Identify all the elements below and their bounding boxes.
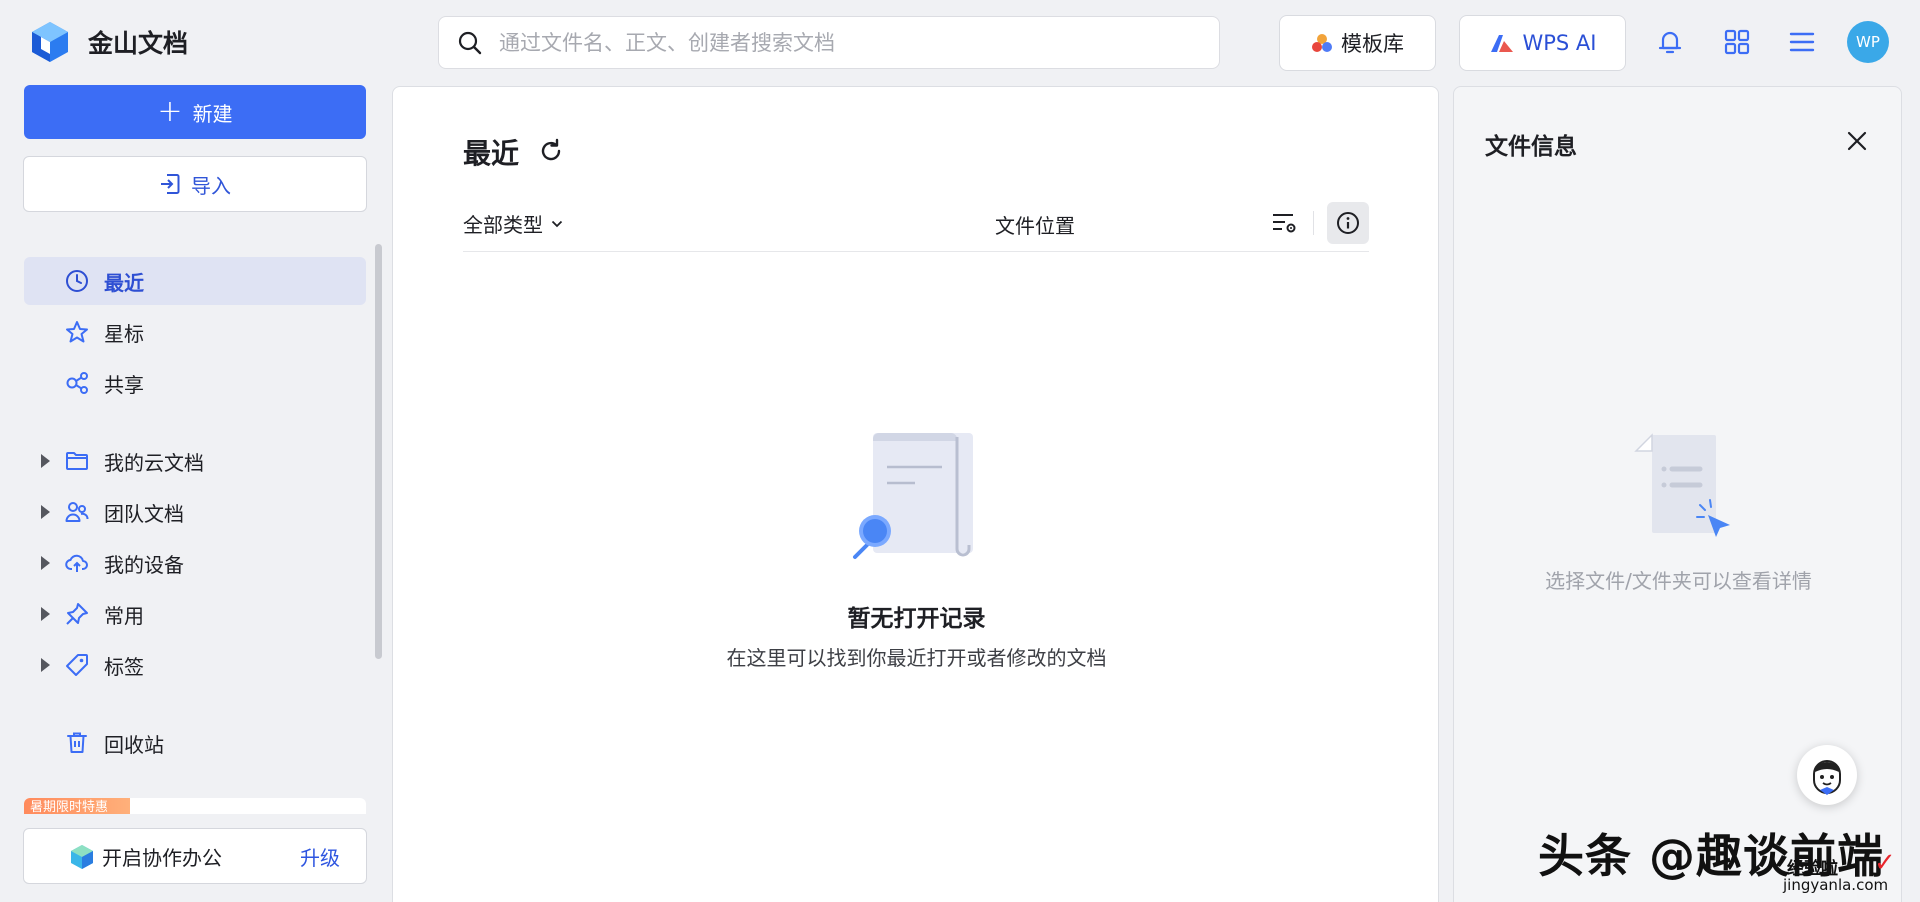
sidebar-item-my-devices[interactable]: 我的设备 [24, 539, 366, 587]
template-icon [1312, 34, 1332, 52]
menu-button[interactable] [1784, 24, 1820, 60]
import-icon [161, 174, 180, 194]
sidebar-item-label: 我的云文档 [104, 450, 204, 475]
header-divider [463, 251, 1369, 252]
close-icon[interactable] [1841, 125, 1873, 157]
chevron-down-icon [551, 220, 563, 227]
expand-arrow-icon[interactable] [41, 556, 50, 570]
promo-badge: 暑期限时特惠 [24, 798, 130, 814]
pin-icon [66, 603, 88, 625]
empty-state-subtitle: 在这里可以找到你最近打开或者修改的文档 [726, 646, 1107, 670]
panel-title: 文件信息 [1485, 134, 1577, 160]
sidebar-item-tags[interactable]: 标签 [24, 641, 366, 689]
sidebar-item-label: 标签 [104, 654, 144, 679]
clock-icon [66, 270, 88, 292]
template-library-label: 模板库 [1341, 32, 1404, 56]
empty-state-title: 暂无打开记录 [847, 606, 986, 632]
refresh-icon[interactable] [537, 137, 565, 165]
sidebar-item-frequent[interactable]: 常用 [24, 590, 366, 638]
import-button[interactable]: 导入 [23, 156, 367, 212]
sidebar-item-label: 团队文档 [104, 501, 184, 526]
assistant-bot-button[interactable] [1797, 745, 1857, 805]
wps-ai-icon [1490, 35, 1513, 52]
file-info-toggle-button[interactable] [1327, 202, 1369, 244]
sidebar-item-my-cloud-docs[interactable]: 我的云文档 [24, 437, 366, 485]
import-button-label: 导入 [191, 173, 231, 198]
sidebar-item-recent[interactable]: 最近 [24, 257, 366, 305]
kdocs-logo-icon [32, 22, 68, 62]
column-settings-icon[interactable] [1268, 207, 1300, 239]
expand-arrow-icon[interactable] [41, 505, 50, 519]
team-icon [65, 502, 89, 522]
expand-arrow-icon[interactable] [41, 607, 50, 621]
sidebar-item-label: 共享 [104, 372, 144, 397]
sidebar-item-label: 我的设备 [104, 552, 184, 577]
panel-hint: 选择文件/文件夹可以查看详情 [1545, 569, 1812, 593]
bell-icon [1658, 31, 1682, 54]
select-file-illustration [1634, 433, 1730, 537]
new-button-label: 新建 [192, 101, 233, 126]
type-filter-dropdown[interactable]: 全部类型 [463, 209, 563, 238]
sidebar-item-label: 回收站 [104, 732, 164, 757]
plus-icon: + [157, 94, 183, 129]
watermark-url: jingyanla.com [1783, 876, 1889, 894]
type-filter-label: 全部类型 [463, 213, 543, 237]
main-panel: 最近 全部类型 文件位置 暂无打开记录 在这里可以找到你最近打开或者修改的文档 [392, 86, 1439, 902]
search-input[interactable] [499, 30, 1179, 55]
sidebar-item-label: 星标 [104, 321, 144, 346]
promo-banner[interactable]: 暑期限时特惠 [24, 798, 366, 814]
app-logo[interactable]: 金山文档 [30, 20, 188, 64]
info-icon [1337, 212, 1359, 234]
template-library-button[interactable]: 模板库 [1279, 15, 1436, 71]
page-title: 最近 [463, 137, 520, 170]
star-icon [66, 321, 88, 343]
sidebar-item-trash[interactable]: 回收站 [24, 719, 366, 767]
cube-icon [71, 845, 93, 869]
trash-icon [67, 732, 87, 753]
notifications-button[interactable] [1652, 24, 1688, 60]
wps-ai-label: WPS AI [1522, 31, 1597, 55]
new-button[interactable]: + 新建 [24, 85, 366, 139]
sidebar-item-label: 最近 [104, 270, 144, 295]
share-icon [66, 372, 88, 394]
toolbar-divider [1313, 211, 1314, 235]
upgrade-link[interactable]: 升级 [300, 842, 340, 871]
search-icon [458, 31, 482, 54]
tag-icon [66, 654, 88, 676]
expand-arrow-icon[interactable] [41, 454, 50, 468]
menu-icon [1789, 32, 1815, 52]
empty-scroll-search-illustration [853, 433, 973, 559]
app-name: 金山文档 [88, 29, 189, 58]
file-location-header: 文件位置 [995, 214, 1075, 238]
avatar[interactable]: WP [1847, 21, 1889, 63]
sidebar-item-shared[interactable]: 共享 [24, 359, 366, 407]
sidebar-item-starred[interactable]: 星标 [24, 308, 366, 356]
wps-ai-button[interactable]: WPS AI [1459, 15, 1626, 71]
folder-icon [66, 452, 88, 470]
search-bar[interactable] [438, 16, 1220, 69]
cloud-upload-icon [65, 554, 88, 572]
sidebar-item-label: 常用 [104, 603, 144, 628]
apps-button[interactable] [1719, 24, 1755, 60]
collab-label: 开启协作办公 [102, 845, 222, 870]
expand-arrow-icon[interactable] [41, 658, 50, 672]
watermark-check-icon: ✓ [1874, 848, 1896, 878]
sidebar-item-team-docs[interactable]: 团队文档 [24, 488, 366, 536]
collab-office-bar[interactable]: 开启协作办公 升级 [23, 828, 367, 884]
robot-icon [1813, 760, 1841, 795]
sidebar-scrollbar[interactable] [375, 244, 382, 659]
grid-icon [1724, 29, 1750, 55]
